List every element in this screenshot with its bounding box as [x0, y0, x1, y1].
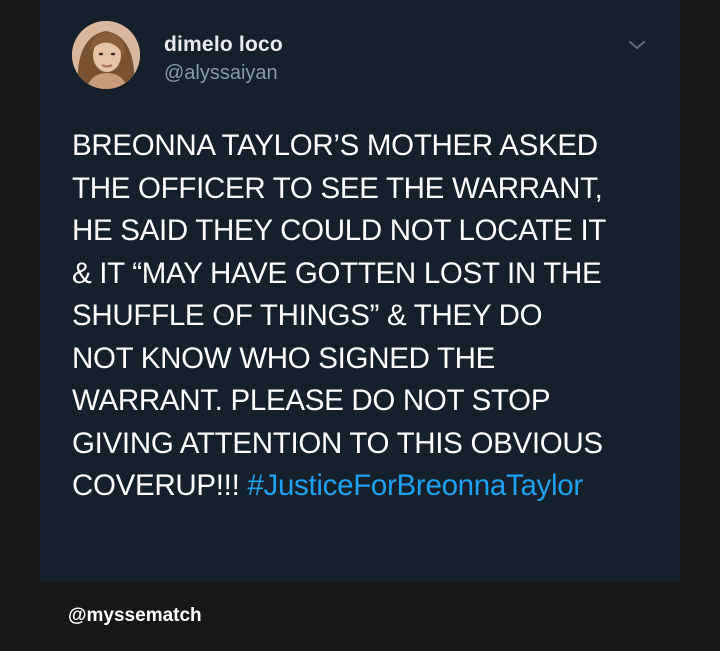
tweet-text-line: THE OFFICER TO SEE THE WARRANT, — [72, 171, 603, 205]
tweet-text-line: SHUFFLE OF THINGS” & THEY DO — [72, 299, 543, 332]
chevron-down-icon[interactable] — [626, 36, 648, 54]
watermark: @myssematch — [68, 605, 202, 626]
display-name[interactable]: dimelo loco — [164, 33, 283, 57]
tweet-card: dimelo loco @alyssaiyan BREONNA TAYLOR’S… — [40, 0, 680, 582]
tweet-text-line: WARRANT. PLEASE DO NOT STOP — [72, 384, 551, 417]
tweet-text-line: NOT KNOW WHO SIGNED THE — [72, 341, 496, 375]
hashtag-link[interactable]: #JusticeForBreonnaTaylor — [247, 469, 583, 502]
tweet-text-line: BREONNA TAYLOR’S MOTHER ASKED — [72, 129, 598, 162]
tweet-text-last-line: COVERUP!!! #JusticeForBreonnaTaylor — [72, 465, 672, 508]
tweet-text-line: GIVING ATTENTION TO THIS OBVIOUS — [72, 426, 603, 460]
tweet-text-ending: COVERUP!!! — [72, 469, 240, 502]
profile-photo-icon — [72, 21, 140, 89]
avatar[interactable] — [72, 21, 140, 89]
tweet-text: BREONNA TAYLOR’S MOTHER ASKED THE OFFICE… — [72, 125, 672, 508]
user-handle[interactable]: @alyssaiyan — [164, 62, 278, 85]
tweet-text-line: HE SAID THEY COULD NOT LOCATE IT — [72, 214, 607, 247]
tweet-text-line: & IT “MAY HAVE GOTTEN LOST IN THE — [72, 256, 602, 290]
